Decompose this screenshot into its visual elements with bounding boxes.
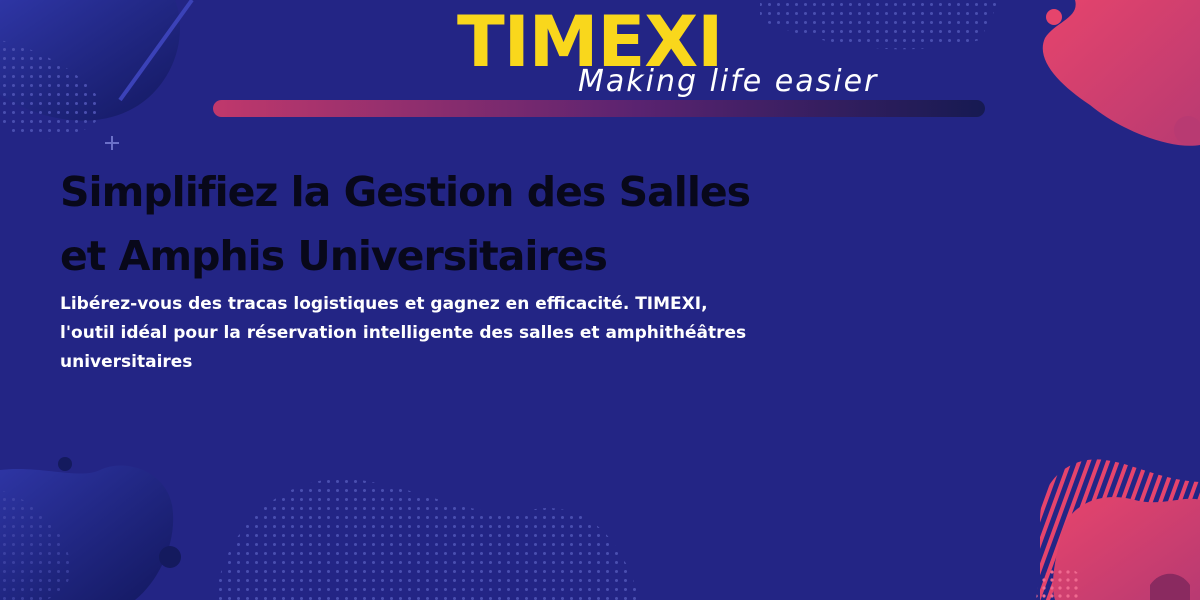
- banner: TIMEXI Making life easier Simplifiez la …: [0, 0, 1200, 600]
- headline-line-2: et Amphis Universitaires: [60, 232, 608, 280]
- top-right-blob: [1042, 0, 1200, 146]
- bottom-right-blob: [1036, 459, 1200, 600]
- divider-bar: [213, 100, 985, 117]
- brand-tagline: Making life easier: [578, 64, 879, 99]
- headline-line-1: Simplifiez la Gestion des Salles: [60, 168, 751, 216]
- hero-subtitle: Libérez-vous des tracas logistiques et g…: [60, 290, 860, 377]
- bottom-dots: [215, 478, 640, 600]
- subtitle-line-3: universitaires: [60, 352, 193, 372]
- bottom-left-blob: [0, 457, 181, 600]
- subtitle-line-1: Libérez-vous des tracas logistiques et g…: [60, 294, 708, 314]
- hero-headline: Simplifiez la Gestion des Salles et Amph…: [60, 160, 940, 288]
- subtitle-line-2: l'outil idéal pour la réservation intell…: [60, 323, 747, 343]
- top-left-blob: [0, 0, 194, 150]
- top-dots: [760, 0, 1000, 50]
